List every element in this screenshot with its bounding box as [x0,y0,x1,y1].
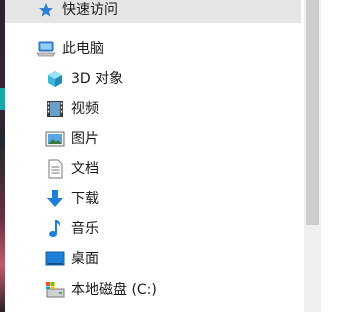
documents-icon [45,159,65,179]
desktop-label: 桌面 [71,251,99,267]
music-icon [45,219,65,239]
content-pane-edge [321,0,341,312]
downloads-label: 下载 [71,191,99,207]
local-disk-icon [45,280,65,300]
desktop-icon [45,249,65,269]
quick-access-row[interactable]: 快速访问 [36,0,118,23]
sidebar-item-music[interactable]: 音乐 [45,214,99,244]
pictures-label: 图片 [71,131,99,147]
sidebar-item-3d-objects[interactable]: 3D 对象 [45,64,123,94]
sidebar-item-downloads[interactable]: 下载 [45,184,99,214]
this-pc-label: 此电脑 [62,41,104,57]
local-disk-label: 本地磁盘 (C:) [71,282,157,298]
documents-label: 文档 [71,161,99,177]
3d-objects-label: 3D 对象 [71,71,124,87]
pictures-icon [45,129,65,149]
3d-objects-icon [45,69,65,89]
scrollbar-thumb[interactable] [306,0,319,225]
music-label: 音乐 [71,221,99,237]
star-pin-icon [36,0,56,20]
sidebar-item-local-disk[interactable]: 本地磁盘 (C:) [45,275,157,305]
sidebar-item-desktop[interactable]: 桌面 [45,244,99,274]
sidebar-item-quick-access[interactable]: 快速访问 [5,0,301,23]
videos-label: 视频 [71,101,99,117]
quick-access-label: 快速访问 [62,2,118,18]
computer-icon [36,39,56,59]
sidebar-item-videos[interactable]: 视频 [45,94,99,124]
sidebar-item-this-pc[interactable]: 此电脑 [36,34,104,64]
sidebar-item-documents[interactable]: 文档 [45,154,99,184]
downloads-icon [45,189,65,209]
vertical-scrollbar[interactable] [304,0,321,312]
videos-icon [45,99,65,119]
sidebar-item-pictures[interactable]: 图片 [45,124,99,154]
navigation-pane: 快速访问 此电脑 3D 对象 视频 图片 文档 下载 音乐 桌面 本地磁盘 (C… [5,0,304,312]
